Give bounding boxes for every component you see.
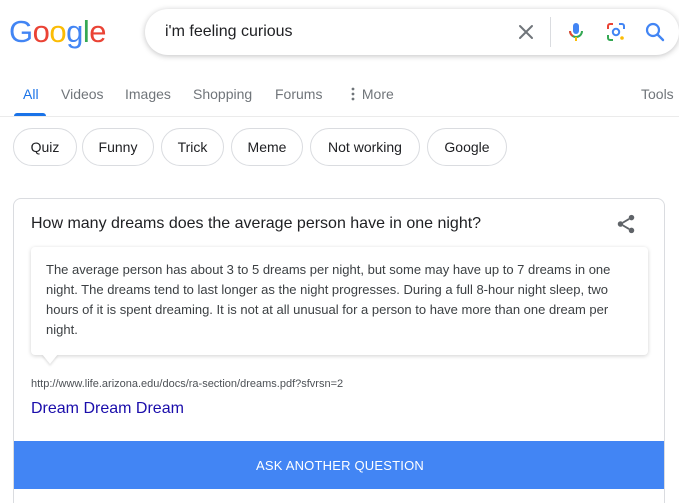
bubble-tail [42, 354, 58, 364]
lens-icon[interactable] [604, 20, 628, 44]
chip-not-working[interactable]: Not working [310, 128, 420, 166]
logo-letter: o [32, 14, 50, 49]
tools-button[interactable]: Tools [641, 86, 674, 102]
microphone-icon[interactable] [564, 20, 588, 44]
chip-funny[interactable]: Funny [82, 128, 154, 166]
card-question: How many dreams does the average person … [31, 215, 482, 232]
more-vert-icon [351, 87, 355, 101]
search-input[interactable]: i'm feeling curious [165, 23, 293, 41]
logo-letter: g [66, 14, 83, 49]
chip-meme[interactable]: Meme [231, 128, 303, 166]
tab-more-label: More [361, 86, 394, 102]
search-tabs: All Videos Images Shopping Forums More T… [0, 86, 679, 116]
tab-all[interactable]: All [23, 86, 39, 102]
curious-card: How many dreams does the average person … [13, 198, 665, 503]
logo-letter: e [89, 14, 107, 49]
search-divider [550, 17, 551, 47]
search-box[interactable]: i'm feeling curious [145, 9, 679, 55]
share-icon[interactable] [615, 213, 637, 235]
answer-text: The average person has about 3 to 5 drea… [46, 262, 611, 337]
tab-more[interactable]: More [348, 86, 394, 102]
chip-trick[interactable]: Trick [161, 128, 224, 166]
source-title-link[interactable]: Dream Dream Dream [31, 400, 184, 418]
chip-quiz[interactable]: Quiz [13, 128, 77, 166]
ask-another-question-button[interactable]: ASK ANOTHER QUESTION [14, 441, 664, 489]
google-logo[interactable]: Google [9, 14, 107, 50]
tab-forums[interactable]: Forums [275, 86, 322, 102]
search-results-page: Google i'm feeling curious All Videos Im… [0, 0, 679, 503]
source-url[interactable]: http://www.life.arizona.edu/docs/ra-sect… [31, 378, 343, 390]
clear-icon[interactable] [514, 20, 538, 44]
tabs-divider [0, 116, 679, 117]
tab-videos[interactable]: Videos [61, 86, 104, 102]
answer-bubble: The average person has about 3 to 5 drea… [31, 247, 648, 355]
chip-google[interactable]: Google [427, 128, 507, 166]
search-icon[interactable] [643, 20, 667, 44]
tab-shopping[interactable]: Shopping [193, 86, 252, 102]
logo-letter: G [9, 14, 33, 49]
logo-letter: o [49, 14, 67, 49]
tab-images[interactable]: Images [125, 86, 171, 102]
